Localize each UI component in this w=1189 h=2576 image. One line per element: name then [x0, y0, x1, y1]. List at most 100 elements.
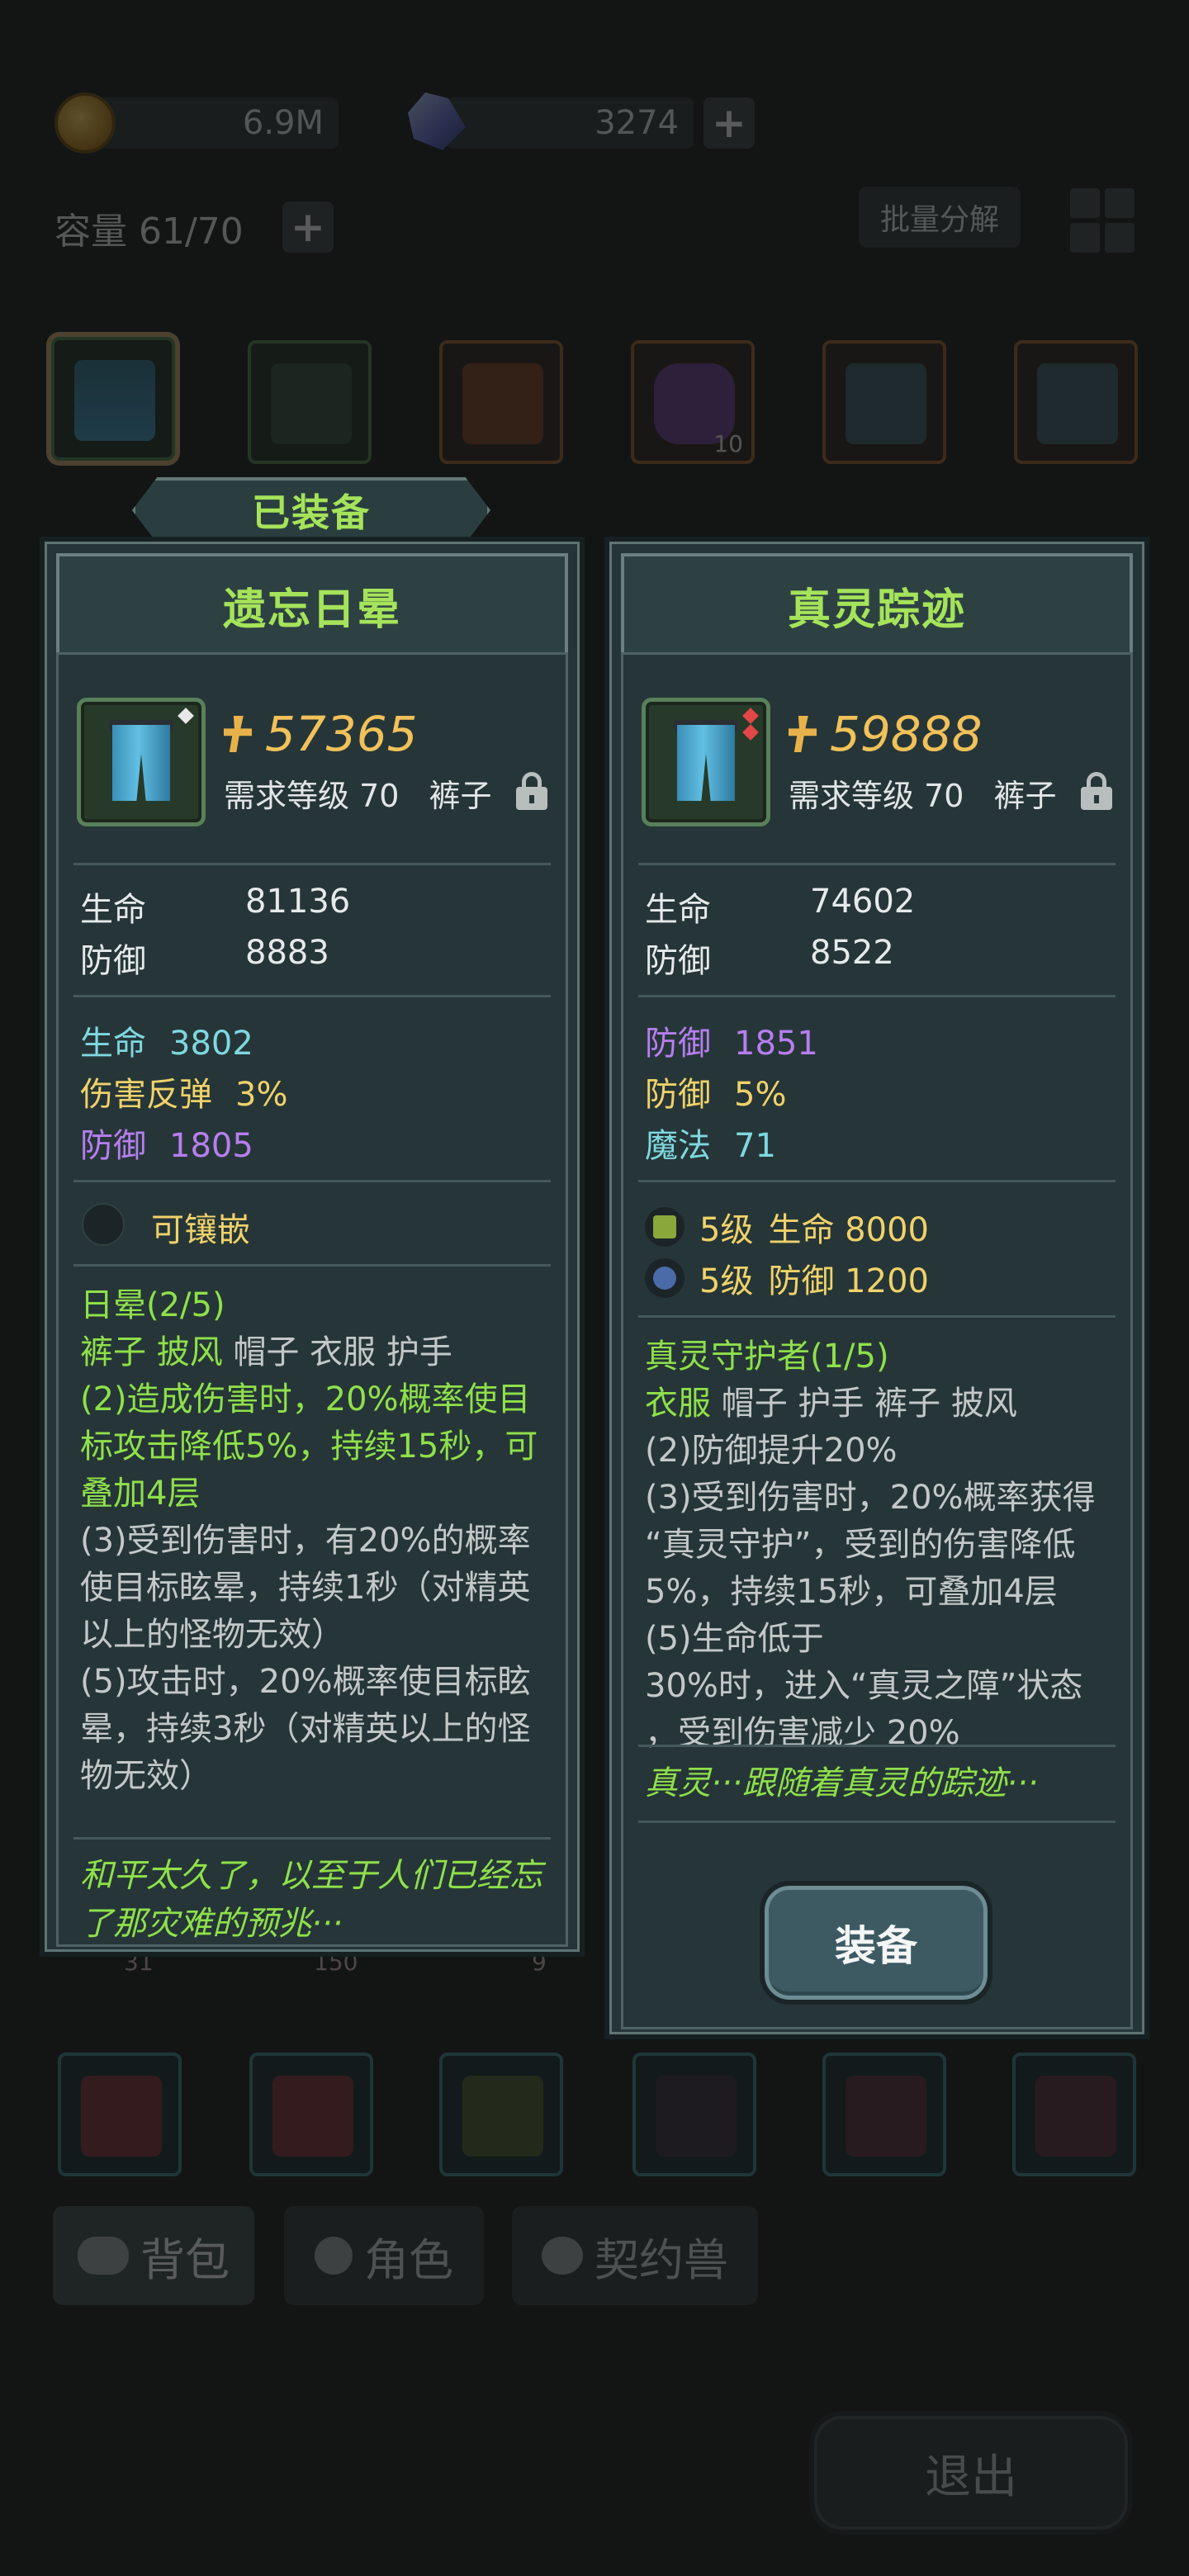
set-effect-line: (5)生命低于 — [645, 1620, 824, 1658]
inventory-slot[interactable] — [51, 337, 175, 461]
set-effect-line: (2)防御提升20% — [645, 1432, 898, 1470]
set-effect-line: 叠加4层 — [80, 1475, 201, 1513]
inventory-slot[interactable] — [439, 2053, 563, 2176]
inventory-slot[interactable] — [1012, 2053, 1136, 2176]
item-icon-frame — [77, 698, 206, 826]
tab-character[interactable]: 角色 — [284, 2206, 484, 2305]
claw-weapon-icon — [846, 363, 926, 444]
cloak-icon — [846, 2076, 926, 2157]
set-effect-line: 30%时，进入“真灵之障”状态 — [645, 1667, 1083, 1705]
set-effect-line: (3)受到伤害时，有20%的概率 — [80, 1522, 531, 1560]
inventory-slot[interactable] — [822, 2053, 946, 2176]
pants-icon — [677, 725, 735, 801]
resource-bar: 6.9M 3274 + 容量 61/70 + 批量分解 — [0, 0, 1189, 462]
extra-attr-row: 魔法 71 — [645, 1127, 776, 1165]
inventory-slot[interactable] — [248, 340, 372, 464]
set-effect-line: 以上的怪物无效） — [80, 1616, 344, 1654]
exit-button[interactable]: 退出 — [809, 2411, 1133, 2535]
equipped-banner: 已装备 — [132, 477, 490, 543]
base-stat-row: 防御 8522 — [645, 934, 894, 980]
inventory-slot[interactable] — [249, 2053, 373, 2176]
batch-decompose-button[interactable]: 批量分解 — [859, 187, 1021, 248]
gauntlet-icon — [462, 363, 543, 444]
pants-icon — [74, 360, 155, 441]
set-effect-line: “真灵守护”，受到的伤害降低 — [645, 1526, 1076, 1564]
inventory-slot[interactable] — [822, 340, 946, 464]
base-stat-row: 生命 81136 — [80, 883, 351, 929]
item-icon-frame — [642, 698, 770, 826]
paw-icon — [542, 2237, 583, 2275]
set-effect-line: (2)造成伤害时，20%概率使目 — [80, 1380, 531, 1418]
gold-value: 6.9M — [242, 104, 324, 142]
inventory-slot[interactable] — [632, 2053, 756, 2176]
tab-backpack[interactable]: 背包 — [53, 2206, 254, 2305]
item-name-header: 遗忘日晕 — [56, 553, 568, 657]
red-axe-icon — [81, 2076, 162, 2157]
gem-bonus-row: 5级 生命 8000 — [645, 1203, 929, 1251]
inventory-slot[interactable] — [439, 340, 563, 464]
item-detail-panel: 59888 需求等级 70 裤子 生命 74602 防御 8522 防御 1851 防御… — [621, 652, 1133, 2029]
item-name: 遗忘日晕 — [222, 585, 401, 635]
gem-bonus-row: 5级 防御 1200 — [645, 1254, 929, 1302]
extra-attr-row: 防御 1805 — [80, 1127, 253, 1165]
extra-attr-row: 伤害反弹 3% — [80, 1076, 288, 1114]
base-stat-row: 防御 8883 — [80, 934, 329, 980]
set-effect-line: (3)受到伤害时，20%概率获得 — [645, 1479, 1096, 1517]
inventory-slot[interactable] — [1014, 340, 1138, 464]
add-crystals-button[interactable]: + — [703, 97, 755, 149]
gold-counter: 6.9M — [99, 97, 339, 149]
equipped-item-card: 遗忘日晕 57365 需求等级 70 裤子 生命 81136 防御 8883 生命 38… — [40, 537, 585, 1957]
gold-coin-icon — [54, 92, 116, 154]
flavor-text: 真灵···跟随着真灵的踪迹··· — [645, 1764, 1039, 1802]
claw-weapon-icon — [1037, 363, 1118, 444]
green-gem-icon — [645, 1207, 685, 1247]
set-title: 日晕(2/5) — [80, 1286, 225, 1324]
set-effect-line: ，受到伤害减少 20% — [645, 1714, 960, 1752]
expand-capacity-button[interactable]: + — [282, 201, 334, 253]
item-detail-panel: 57365 需求等级 70 裤子 生命 81136 防御 8883 生命 3802 伤害… — [56, 652, 568, 1947]
crystal-value: 3274 — [594, 104, 679, 142]
base-stat-row: 生命 74602 — [645, 883, 916, 929]
set-effect-line: 5%，持续15秒，可叠加4层 — [645, 1573, 1058, 1611]
red-axe-icon — [272, 2076, 353, 2157]
armor-icon — [271, 363, 352, 444]
set-effect-line: 使目标眩晕，持续1秒（对精英 — [80, 1569, 531, 1607]
character-icon — [315, 2237, 353, 2275]
set-effect-line: 物无效） — [80, 1757, 212, 1795]
tab-pets[interactable]: 契约兽 — [512, 2206, 758, 2305]
capacity-label: 容量 61/70 — [54, 211, 244, 253]
crystal-counter: 3274 — [446, 97, 694, 149]
spiked-sword-icon — [462, 2076, 543, 2157]
extra-attr-row: 生命 3802 — [80, 1025, 253, 1063]
item-name: 真灵踪迹 — [787, 585, 966, 635]
lock-icon[interactable] — [1081, 772, 1112, 810]
grid-view-icon[interactable] — [1070, 188, 1135, 253]
helmet-icon — [656, 2076, 737, 2157]
set-bonus-section: 真灵守护者(1/5) 衣服 帽子 护手 裤子 披风 (2)防御提升20% (3)… — [645, 1333, 1096, 1757]
power-icon — [224, 716, 252, 752]
lock-icon[interactable] — [516, 772, 547, 810]
socket-label: 可镶嵌 — [151, 1211, 250, 1249]
power-score: 59888 — [789, 706, 983, 762]
flavor-text: 和平太久了，以至于人们已经忘 了那灾难的预兆··· — [80, 1857, 542, 1943]
extra-attr-row: 防御 1851 — [645, 1025, 818, 1063]
set-pieces: 裤子 披风 帽子 衣服 护手 — [80, 1333, 452, 1371]
backpack-icon — [78, 2237, 129, 2275]
set-title: 真灵守护者(1/5) — [645, 1338, 889, 1376]
pants-icon — [112, 725, 170, 801]
set-bonus-section: 日晕(2/5) 裤子 披风 帽子 衣服 护手 (2)造成伤害时，20%概率使目 … — [80, 1282, 538, 1800]
compare-item-card: 真灵踪迹 59888 需求等级 70 裤子 生命 74602 防御 8522 防御 18… — [604, 537, 1149, 2039]
set-pieces: 衣服 帽子 护手 裤子 披风 — [645, 1385, 1017, 1423]
inventory-slot[interactable] — [58, 2053, 182, 2176]
gem-socket-icon — [742, 708, 759, 724]
gem-socket-icon — [742, 724, 759, 741]
requirement-row: 需求等级 70 裤子 — [789, 778, 1057, 814]
empty-socket-icon — [82, 1203, 125, 1246]
set-effect-line: 晕，持续3秒（对精英以上的怪 — [80, 1710, 531, 1748]
equip-button[interactable]: 装备 — [760, 1881, 992, 2005]
inventory-slot[interactable]: 10 — [631, 340, 755, 464]
gem-socket-icon — [178, 708, 194, 724]
item-name-header: 真灵踪迹 — [621, 553, 1133, 657]
slot-count: 10 — [713, 430, 743, 457]
blue-gem-icon — [645, 1258, 685, 1298]
